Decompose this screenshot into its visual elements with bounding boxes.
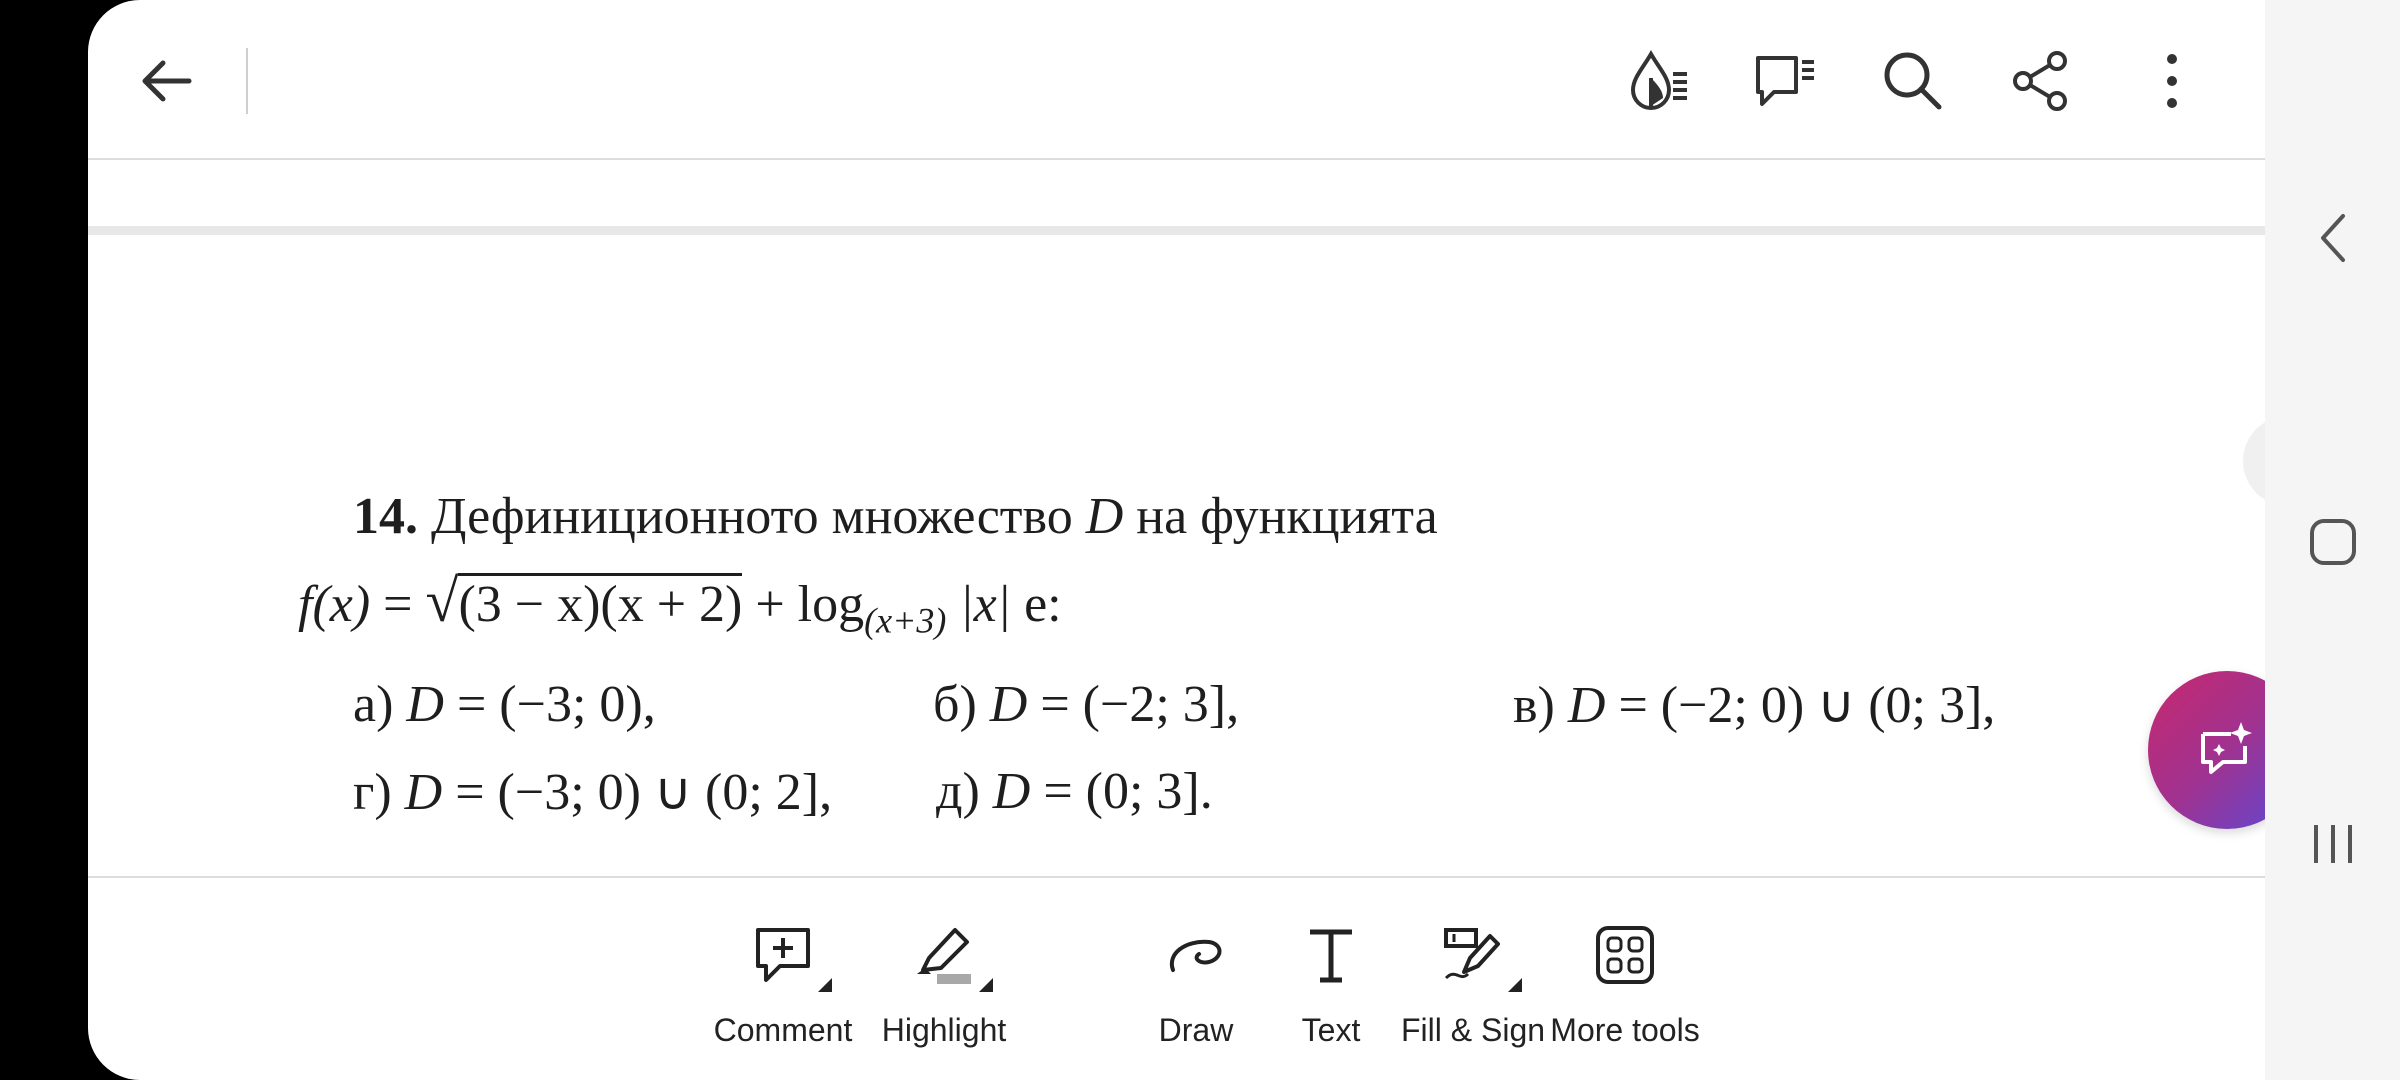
tool-highlight[interactable]: Highlight — [864, 920, 1024, 1060]
option-expr: = (0; 3]. — [1030, 763, 1213, 820]
toolbar-divider — [246, 48, 248, 114]
top-toolbar — [88, 0, 2265, 160]
option-label: б) — [933, 676, 977, 733]
sqrt-radicand: (3 − x)(x + 2) — [458, 573, 743, 633]
option-var: D — [406, 676, 444, 733]
option-label: а) — [353, 676, 394, 733]
more-vert-icon — [2167, 54, 2177, 108]
nav-recents-icon — [2314, 825, 2352, 863]
nav-home-button[interactable] — [2305, 514, 2361, 570]
nav-back-icon — [2321, 214, 2345, 262]
more-tools-icon — [1590, 920, 1660, 990]
tool-more-tools[interactable]: More tools — [1545, 920, 1705, 1060]
option-var: D — [989, 676, 1028, 733]
formula-log-base: (x+3) — [864, 600, 947, 641]
tool-draw[interactable]: Draw — [1128, 920, 1264, 1060]
question-domain-var: D — [1085, 488, 1124, 545]
tool-label: More tools — [1550, 1012, 1700, 1048]
highlight-icon — [909, 920, 993, 992]
option-label: г) — [353, 764, 392, 821]
question-title: 14. Дефиниционното множество D на функци… — [353, 487, 1438, 546]
formula-f: f — [298, 576, 313, 633]
tool-text[interactable]: Text — [1264, 920, 1398, 1060]
formula-arg: (x) — [312, 576, 371, 633]
tool-label: Highlight — [881, 1012, 1007, 1048]
comment-add-icon — [748, 920, 832, 992]
page-separator — [88, 226, 2265, 235]
option-expr: = (−2; 0) ∪ (0; 3], — [1605, 677, 1996, 734]
liquid-mode-button[interactable] — [1615, 38, 1701, 124]
liquid-mode-icon — [1630, 49, 1687, 110]
option-label: д) — [936, 763, 980, 820]
formula-end: е: — [1011, 576, 1062, 633]
answer-option-g: г) D = (−3; 0) ∪ (0; 2], — [353, 762, 832, 822]
tool-label: Fill & Sign — [1400, 1012, 1546, 1048]
tool-fill-sign[interactable]: Fill & Sign — [1401, 920, 1545, 1060]
share-icon — [2013, 51, 2067, 111]
comment-dropdown-indicator — [818, 978, 832, 992]
question-text: Дефиниционното множество — [431, 488, 1073, 545]
back-button[interactable] — [128, 42, 206, 120]
bottom-toolbar-separator — [88, 876, 2265, 878]
option-label: в) — [1513, 677, 1555, 734]
pdf-viewer: 14. Дефиниционното множество D на функци… — [88, 0, 2265, 1080]
question-text-end: на функцията — [1136, 488, 1438, 545]
formula-abs: |x| — [946, 576, 1012, 633]
option-var: D — [992, 763, 1031, 820]
comments-list-icon — [1756, 56, 1814, 106]
text-icon — [1296, 920, 1366, 990]
draw-icon — [1161, 920, 1231, 990]
formula-equals: = — [370, 576, 426, 633]
highlight-dropdown-indicator — [979, 978, 993, 992]
more-options-button[interactable] — [2129, 38, 2215, 124]
answer-option-v: в) D = (−2; 0) ∪ (0; 3], — [1513, 675, 1995, 735]
formula-log: + log — [742, 576, 865, 633]
answer-option-a: а) D = (−3; 0), — [353, 675, 656, 734]
search-icon — [1884, 52, 1942, 110]
ai-assistant-icon — [2201, 722, 2252, 774]
question-formula: f(x) = √(3 − x)(x + 2) + log(x+3) |x| е: — [298, 567, 1062, 641]
fill-sign-dropdown-indicator — [1508, 978, 1522, 992]
option-expr: = (−2; 3], — [1027, 676, 1240, 733]
search-button[interactable] — [1870, 38, 1956, 124]
pdf-page-content: 14. Дефиниционното множество D на функци… — [88, 235, 2265, 875]
nav-home-icon — [2310, 519, 2356, 565]
back-arrow-icon — [142, 60, 192, 102]
answer-option-d: д) D = (0; 3]. — [936, 762, 1213, 821]
nav-back-button[interactable] — [2305, 210, 2361, 266]
answer-option-b: б) D = (−2; 3], — [933, 675, 1239, 734]
tool-label: Draw — [1158, 1012, 1234, 1048]
share-button[interactable] — [1998, 38, 2084, 124]
option-expr: = (−3; 0), — [443, 676, 656, 733]
fill-sign-icon — [1438, 920, 1522, 992]
tool-comment[interactable]: Comment — [708, 920, 858, 1060]
option-var: D — [404, 764, 443, 821]
question-number: 14. — [353, 488, 418, 545]
option-var: D — [1567, 677, 1606, 734]
screen-bezel — [0, 0, 88, 1080]
sqrt-sign: √ — [425, 568, 459, 634]
nav-recents-button[interactable] — [2305, 816, 2361, 872]
comments-list-button[interactable] — [1742, 38, 1828, 124]
option-expr: = (−3; 0) ∪ (0; 2], — [442, 764, 833, 821]
tool-label: Text — [1301, 1012, 1361, 1048]
tool-label: Comment — [713, 1012, 853, 1048]
